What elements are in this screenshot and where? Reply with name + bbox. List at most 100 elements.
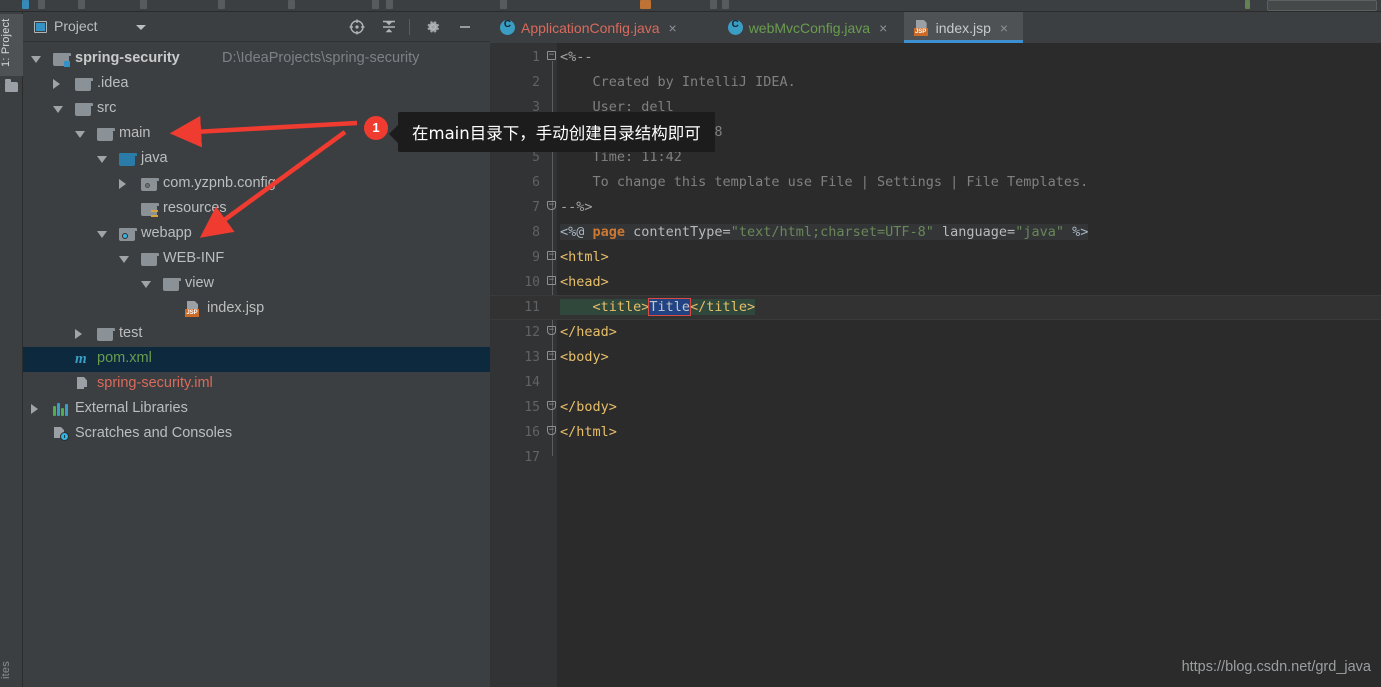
- code-line[interactable]: 6 To change this template use File | Set…: [490, 170, 1381, 195]
- chevron-right-icon[interactable]: [31, 404, 38, 414]
- tree-row[interactable]: spring-security.iml: [23, 372, 490, 397]
- code-line[interactable]: 9 <html>: [490, 245, 1381, 270]
- chevron-right-icon[interactable]: [119, 179, 126, 189]
- code-line[interactable]: 12 </head>: [490, 320, 1381, 345]
- watermark-url: https://blog.csdn.net/grd_java: [1181, 659, 1371, 675]
- code-line[interactable]: 15 </body>: [490, 395, 1381, 420]
- toolbar-icon-7[interactable]: [372, 0, 379, 9]
- java-class-icon: [727, 19, 743, 35]
- toolbar-icon-9[interactable]: [500, 0, 507, 9]
- chevron-down-icon[interactable]: [97, 156, 107, 163]
- code-text: <html>: [560, 245, 609, 270]
- chevron-right-icon[interactable]: [53, 79, 60, 89]
- chevron-down-icon[interactable]: [97, 231, 107, 238]
- libraries-icon: [53, 403, 69, 416]
- tree-row[interactable]: com.yzpnb.config: [23, 172, 490, 197]
- code-token: <title>: [560, 299, 650, 315]
- collapse-all-icon[interactable]: [380, 18, 398, 36]
- jsp-file-icon: JSP: [913, 19, 930, 36]
- code-token: %>: [1063, 224, 1089, 240]
- line-number: 9: [532, 250, 540, 265]
- code-text: --%>: [560, 195, 593, 220]
- source-root-folder-icon: [119, 153, 137, 166]
- fold-marker-line15[interactable]: −: [547, 401, 556, 410]
- package-icon: [141, 178, 159, 191]
- fold-marker-line13[interactable]: −: [547, 351, 556, 360]
- toolbar-icon-10[interactable]: [710, 0, 717, 9]
- toolbar-icon-11[interactable]: [722, 0, 729, 9]
- gear-icon[interactable]: [424, 18, 442, 36]
- tree-row[interactable]: WEB-INF: [23, 247, 490, 272]
- tree-row[interactable]: webapp: [23, 222, 490, 247]
- toolbar-icon-4[interactable]: [140, 0, 147, 9]
- fold-marker-line1[interactable]: −: [547, 51, 556, 60]
- code-line[interactable]: 7 --%>: [490, 195, 1381, 220]
- close-icon[interactable]: ×: [879, 21, 887, 35]
- code-line[interactable]: 11 <title>Title</title>: [490, 295, 1381, 320]
- code-line[interactable]: 1 <%--: [490, 45, 1381, 70]
- editor-tab-label: index.jsp: [935, 19, 991, 36]
- code-line[interactable]: 17: [490, 445, 1381, 470]
- editor-tab[interactable]: webMvcConfig.java ×: [718, 12, 904, 43]
- chevron-down-icon[interactable]: [31, 56, 41, 63]
- toolbar-icon-5[interactable]: [218, 0, 225, 9]
- chevron-down-icon[interactable]: [136, 25, 146, 30]
- code-line[interactable]: 10 <head>: [490, 270, 1381, 295]
- fold-marker-line9[interactable]: −: [547, 251, 556, 260]
- chevron-down-icon[interactable]: [75, 131, 85, 138]
- tree-row[interactable]: .idea: [23, 72, 490, 97]
- code-line[interactable]: 2 Created by IntelliJ IDEA.: [490, 70, 1381, 95]
- toolbar-icon-1[interactable]: [22, 0, 29, 9]
- code-line[interactable]: 8 <%@ page contentType="text/html;charset…: [490, 220, 1381, 245]
- tree-row[interactable]: spring-security D:\IdeaProjects\spring-se…: [23, 47, 490, 72]
- tree-row[interactable]: view: [23, 272, 490, 297]
- tree-node-label: .idea: [97, 75, 129, 91]
- code-text: <%--: [560, 45, 593, 70]
- toolbar-icon-3[interactable]: [78, 0, 85, 9]
- close-icon[interactable]: ×: [669, 21, 677, 35]
- tree-node-label: pom.xml: [97, 350, 152, 366]
- folder-icon: [163, 278, 181, 291]
- toolbar-icon-2[interactable]: [38, 0, 45, 9]
- chevron-right-icon[interactable]: [75, 329, 82, 339]
- fold-marker-line16[interactable]: −: [547, 426, 556, 435]
- tool-button-project[interactable]: 1: Project: [0, 14, 23, 76]
- toolbar-icon-run[interactable]: [640, 0, 651, 9]
- fold-marker-line12[interactable]: −: [547, 326, 556, 335]
- code-line[interactable]: 14: [490, 370, 1381, 395]
- tree-row[interactable]: test: [23, 322, 490, 347]
- locate-target-icon[interactable]: [348, 18, 366, 36]
- editor-tab-label: webMvcConfig.java: [748, 19, 871, 36]
- tree-row[interactable]: Scratches and Consoles: [23, 422, 490, 447]
- folder-icon: [75, 78, 93, 91]
- toolbar-icon-8[interactable]: [386, 0, 393, 9]
- tree-row[interactable]: m pom.xml: [23, 347, 490, 372]
- tree-row[interactable]: resources: [23, 197, 490, 222]
- close-icon[interactable]: ×: [1000, 21, 1008, 35]
- toolbar-icon-6[interactable]: [288, 0, 295, 9]
- fold-marker-line7[interactable]: −: [547, 201, 556, 210]
- chevron-down-icon[interactable]: [53, 106, 63, 113]
- toolbar-icon-vcs[interactable]: [1245, 0, 1250, 9]
- code-token: page: [592, 224, 634, 240]
- tree-row[interactable]: External Libraries: [23, 397, 490, 422]
- code-text: </head>: [560, 320, 617, 345]
- tree-row[interactable]: JSP index.jsp: [23, 297, 490, 322]
- fold-marker-line10[interactable]: −: [547, 276, 556, 285]
- editor-tab-bar[interactable]: ApplicationConfig.java×webMvcConfig.java…: [490, 12, 1381, 43]
- code-token: <%--: [560, 49, 593, 65]
- code-line[interactable]: 16 </html>: [490, 420, 1381, 445]
- line-number: 17: [524, 450, 540, 465]
- tree-node-label: java: [141, 150, 168, 166]
- code-text: <head>: [560, 270, 609, 295]
- minimize-icon[interactable]: [456, 18, 474, 36]
- code-token: language=: [933, 224, 1016, 240]
- tree-node-label: spring-security.iml: [97, 375, 213, 391]
- chevron-down-icon[interactable]: [119, 256, 129, 263]
- editor-tab[interactable]: JSP index.jsp ×: [903, 12, 1023, 43]
- search-everywhere-field[interactable]: [1267, 0, 1377, 11]
- tool-button-favorites[interactable]: ites: [0, 653, 23, 687]
- editor-tab[interactable]: ApplicationConfig.java ×: [490, 12, 718, 43]
- code-line[interactable]: 13 <body>: [490, 345, 1381, 370]
- chevron-down-icon[interactable]: [141, 281, 151, 288]
